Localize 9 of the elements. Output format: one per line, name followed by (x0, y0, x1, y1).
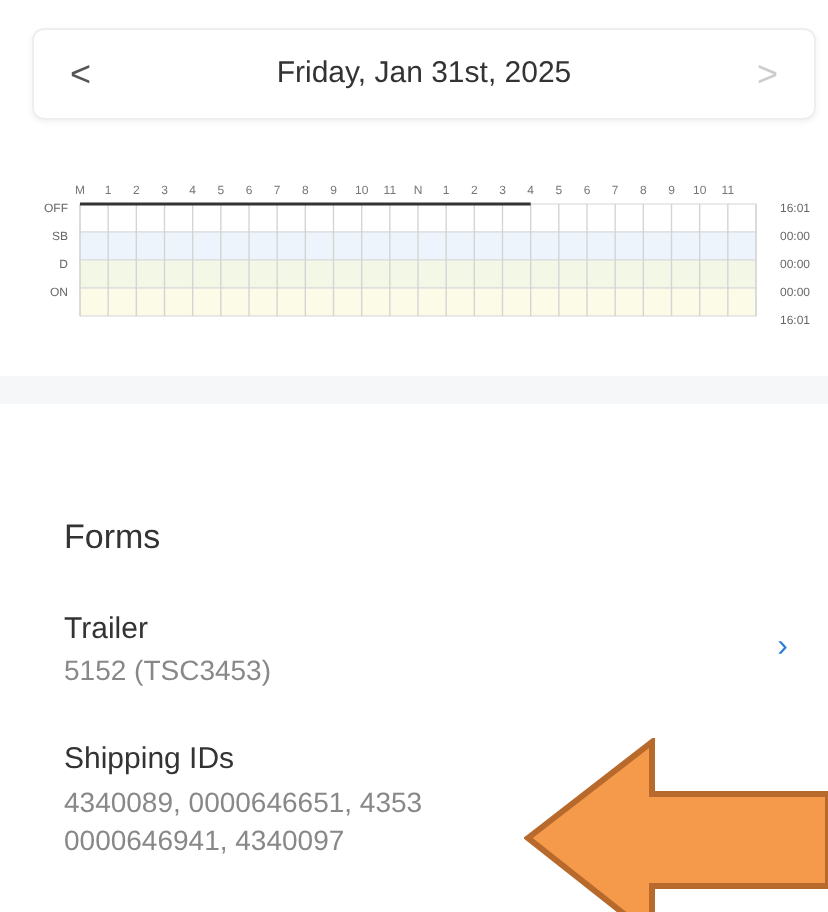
chevron-icon[interactable]: › (777, 624, 788, 673)
field-value: 5152 (TSC3453) (64, 652, 272, 690)
field-label: Trailer (64, 609, 150, 649)
date-title: Friday, Jan 31st, 2025 (276, 53, 572, 94)
section-title: Forms (64, 516, 163, 560)
field-value: 4340089, 0000646651, 4353 (64, 783, 423, 821)
field-value: 0000646941, 4340097 (64, 821, 347, 859)
field-label: Shipping IDs (64, 740, 237, 780)
prev-day-button[interactable]: < (34, 47, 128, 101)
